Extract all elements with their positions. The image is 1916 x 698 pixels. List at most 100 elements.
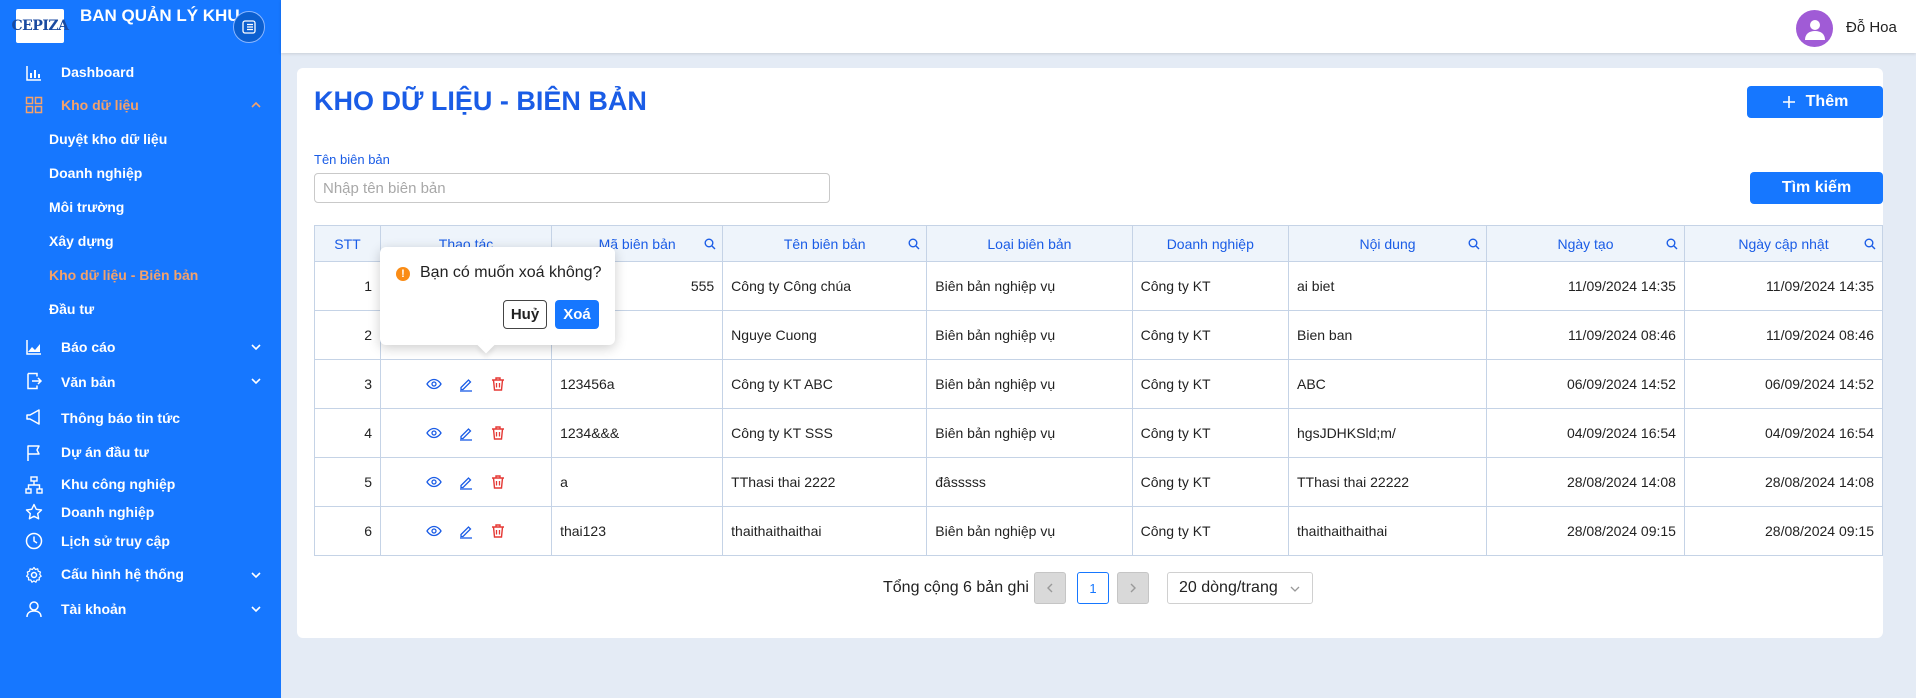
add-button[interactable]: Thêm <box>1747 86 1883 118</box>
table-row: 5 a TThasi thai 2222 đâsssss Công ty KT TThas… <box>314 457 1884 507</box>
cell-ngay-tao: 11/09/2024 08:46 <box>1485 310 1685 360</box>
column-search-icon[interactable] <box>704 238 716 250</box>
cell-stt: 1 <box>314 261 381 311</box>
plus-icon <box>1782 96 1795 108</box>
sidebar-item-du-an[interactable]: Dự án đầu tư <box>0 436 281 468</box>
chevron-up-icon <box>251 101 261 108</box>
cell-noi-dung: Bien ban <box>1288 310 1487 360</box>
sidebar-item-label: Cấu hình hệ thống <box>61 566 184 582</box>
prev-page-button[interactable] <box>1034 572 1066 604</box>
chevron-down-icon <box>1290 586 1300 592</box>
cell-ngay-cap-nhat: 11/09/2024 14:35 <box>1683 261 1884 311</box>
confirm-delete-button[interactable]: Xoá <box>555 300 599 329</box>
edit-icon[interactable] <box>458 376 474 392</box>
search-input[interactable] <box>314 173 830 203</box>
col-header-label: Ngày tạo <box>1557 235 1614 252</box>
col-header-loai: Loại biên bản <box>926 225 1133 262</box>
delete-popconfirm: ! Bạn có muốn xoá không? Huỷ Xoá <box>380 247 615 354</box>
cell-ngay-cap-nhat: 11/09/2024 08:46 <box>1683 310 1884 360</box>
cell-ten: Nguye Cuong <box>722 310 928 360</box>
sidebar-item-van-ban[interactable]: Văn bản <box>0 364 281 400</box>
area-chart-icon <box>26 340 41 355</box>
cell-noi-dung: ai biet <box>1288 261 1487 311</box>
sidebar-item-kho-du-lieu[interactable]: Kho dữ liệu <box>0 88 281 122</box>
col-header-label: Nội dung <box>1359 235 1416 252</box>
cell-doanh-nghiep: Công ty KT <box>1131 359 1290 409</box>
sidebar-item-cau-hinh[interactable]: Cấu hình hệ thống <box>0 558 281 590</box>
page-size-select[interactable]: 20 dòng/trang <box>1167 572 1313 604</box>
col-header-stt: STT <box>314 225 381 262</box>
sidebar-item-lich-su[interactable]: Lịch sử truy cập <box>0 524 281 558</box>
sidebar-subitem-moi-truong[interactable]: Môi trường <box>0 190 281 224</box>
sidebar-subitem-dau-tu[interactable]: Đầu tư <box>0 292 281 326</box>
sidebar-item-label: Kho dữ liệu <box>61 97 139 113</box>
sidebar: CEPIZA BAN QUẢN LÝ KHU CHẾ XUẤT KHU CN D… <box>0 0 281 698</box>
sidebar-subitem-doanh-nghiep[interactable]: Doanh nghiệp <box>0 156 281 190</box>
sidebar-item-khu-cong-nghiep[interactable]: Khu công nghiệp <box>0 468 281 500</box>
chevron-left-icon <box>1047 583 1053 593</box>
brand-title: BAN QUẢN LÝ KHU CHẾ XUẤT KHU CN <box>80 6 240 25</box>
edit-icon[interactable] <box>458 474 474 490</box>
eye-icon[interactable] <box>426 523 442 539</box>
column-search-icon[interactable] <box>908 238 920 250</box>
document-icon <box>27 372 43 390</box>
cell-doanh-nghiep: Công ty KT <box>1131 506 1290 556</box>
search-button[interactable]: Tìm kiếm <box>1750 172 1883 204</box>
delete-icon[interactable] <box>490 523 506 539</box>
eye-icon[interactable] <box>426 474 442 490</box>
sidebar-item-bao-cao[interactable]: Báo cáo <box>0 330 281 364</box>
sidebar-item-label: Khu công nghiệp <box>61 476 176 492</box>
cell-doanh-nghiep: Công ty KT <box>1131 457 1290 507</box>
column-search-icon[interactable] <box>1666 238 1678 250</box>
eye-icon[interactable] <box>426 425 442 441</box>
cell-noi-dung: TThasi thai 22222 <box>1288 457 1487 507</box>
sidebar-subitem-duyet-kho[interactable]: Duyệt kho dữ liệu <box>0 122 281 156</box>
sidebar-subitem-xay-dung[interactable]: Xây dựng <box>0 224 281 258</box>
col-header-doanh-nghiep: Doanh nghiệp <box>1131 225 1290 262</box>
col-header-ngay-tao: Ngày tạo <box>1485 225 1685 262</box>
cell-doanh-nghiep: Công ty KT <box>1131 261 1290 311</box>
page-number-button[interactable]: 1 <box>1077 572 1109 604</box>
next-page-button[interactable] <box>1117 572 1149 604</box>
cell-stt: 6 <box>314 506 381 556</box>
delete-icon[interactable] <box>490 376 506 392</box>
gear-icon <box>26 566 42 583</box>
star-icon <box>25 503 43 520</box>
add-button-label: Thêm <box>1805 93 1849 110</box>
page-size-value: 20 dòng/trang <box>1179 579 1278 596</box>
cell-stt: 5 <box>314 457 381 507</box>
sidebar-item-thong-bao[interactable]: Thông báo tin tức <box>0 400 281 436</box>
cell-noi-dung: ABC <box>1288 359 1487 409</box>
column-search-icon[interactable] <box>1468 238 1480 250</box>
cell-ten: Công ty KT SSS <box>722 408 928 458</box>
top-bar <box>281 0 1916 53</box>
sidebar-item-tai-khoan[interactable]: Tài khoản <box>0 590 281 628</box>
sidebar-subitem-bien-ban[interactable]: Kho dữ liệu - Biên bản <box>0 258 281 292</box>
cell-ngay-tao: 04/09/2024 16:54 <box>1485 408 1685 458</box>
delete-icon[interactable] <box>490 474 506 490</box>
delete-icon[interactable] <box>490 425 506 441</box>
sidebar-item-label: Lịch sử truy cập <box>61 533 170 549</box>
sidebar-item-label: Văn bản <box>61 374 116 390</box>
col-header-ten: Tên biên bản <box>722 225 928 262</box>
chevron-down-icon <box>251 344 261 351</box>
menu-collapse-button[interactable] <box>233 11 265 43</box>
cell-ngay-tao: 28/08/2024 14:08 <box>1485 457 1685 507</box>
column-search-icon[interactable] <box>1864 238 1876 250</box>
sidebar-item-doanh-nghiep[interactable]: Doanh nghiệp <box>0 500 281 524</box>
chevron-right-icon <box>1130 583 1136 593</box>
edit-icon[interactable] <box>458 425 474 441</box>
username[interactable]: Đỗ Hoa <box>1846 19 1897 36</box>
edit-icon[interactable] <box>458 523 474 539</box>
user-avatar-icon <box>1804 19 1825 40</box>
cancel-button[interactable]: Huỷ <box>503 300 547 329</box>
clock-icon <box>25 532 43 550</box>
cell-ngay-cap-nhat: 04/09/2024 16:54 <box>1683 408 1884 458</box>
cell-ten: TThasi thai 2222 <box>722 457 928 507</box>
avatar[interactable] <box>1796 10 1833 47</box>
page-title: KHO DỮ LIỆU - BIÊN BẢN <box>314 86 647 116</box>
eye-icon[interactable] <box>426 376 442 392</box>
search-label: Tên biên bản <box>314 152 390 167</box>
cell-actions <box>379 408 553 458</box>
sidebar-item-dashboard[interactable]: Dashboard <box>0 56 281 88</box>
